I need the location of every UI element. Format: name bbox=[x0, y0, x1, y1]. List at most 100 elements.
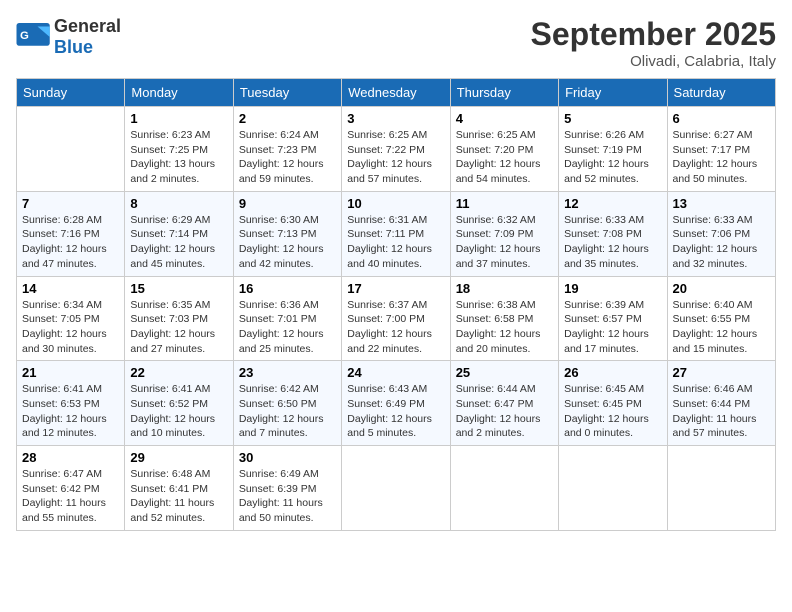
calendar-cell: 27 Sunrise: 6:46 AM Sunset: 6:44 PM Dayli… bbox=[667, 361, 775, 446]
day-number: 7 bbox=[22, 196, 119, 211]
day-info: Sunrise: 6:33 AM Sunset: 7:06 PM Dayligh… bbox=[673, 213, 770, 272]
calendar-cell: 16 Sunrise: 6:36 AM Sunset: 7:01 PM Dayli… bbox=[233, 276, 341, 361]
logo-blue-text: Blue bbox=[54, 37, 93, 57]
logo-general-text: General bbox=[54, 16, 121, 36]
day-number: 8 bbox=[130, 196, 227, 211]
day-info: Sunrise: 6:48 AM Sunset: 6:41 PM Dayligh… bbox=[130, 467, 227, 526]
calendar-cell: 19 Sunrise: 6:39 AM Sunset: 6:57 PM Dayli… bbox=[559, 276, 667, 361]
day-number: 6 bbox=[673, 111, 770, 126]
day-number: 12 bbox=[564, 196, 661, 211]
column-header-wednesday: Wednesday bbox=[342, 79, 450, 107]
day-number: 2 bbox=[239, 111, 336, 126]
column-header-sunday: Sunday bbox=[17, 79, 125, 107]
page-header: G General Blue September 2025 Olivadi, C… bbox=[16, 16, 776, 70]
calendar-cell: 1 Sunrise: 6:23 AM Sunset: 7:25 PM Daylig… bbox=[125, 107, 233, 192]
calendar-cell: 6 Sunrise: 6:27 AM Sunset: 7:17 PM Daylig… bbox=[667, 107, 775, 192]
logo-icon: G bbox=[16, 23, 52, 51]
day-info: Sunrise: 6:35 AM Sunset: 7:03 PM Dayligh… bbox=[130, 298, 227, 357]
calendar-cell bbox=[450, 446, 558, 531]
day-info: Sunrise: 6:47 AM Sunset: 6:42 PM Dayligh… bbox=[22, 467, 119, 526]
day-number: 28 bbox=[22, 450, 119, 465]
day-info: Sunrise: 6:25 AM Sunset: 7:20 PM Dayligh… bbox=[456, 128, 553, 187]
day-number: 5 bbox=[564, 111, 661, 126]
calendar-week-5: 28 Sunrise: 6:47 AM Sunset: 6:42 PM Dayli… bbox=[17, 446, 776, 531]
calendar-week-2: 7 Sunrise: 6:28 AM Sunset: 7:16 PM Daylig… bbox=[17, 191, 776, 276]
day-info: Sunrise: 6:43 AM Sunset: 6:49 PM Dayligh… bbox=[347, 382, 444, 441]
calendar-cell: 2Sunrise: 6:24 AM Sunset: 7:23 PM Daylig… bbox=[233, 107, 341, 192]
calendar-cell: 29 Sunrise: 6:48 AM Sunset: 6:41 PM Dayli… bbox=[125, 446, 233, 531]
day-info: Sunrise: 6:41 AM Sunset: 6:52 PM Dayligh… bbox=[130, 382, 227, 441]
day-number: 11 bbox=[456, 196, 553, 211]
day-number: 27 bbox=[673, 365, 770, 380]
calendar-cell bbox=[559, 446, 667, 531]
calendar-cell: 10Sunrise: 6:31 AM Sunset: 7:11 PM Dayli… bbox=[342, 191, 450, 276]
column-header-monday: Monday bbox=[125, 79, 233, 107]
day-info: Sunrise: 6:46 AM Sunset: 6:44 PM Dayligh… bbox=[673, 382, 770, 441]
calendar-cell: 23 Sunrise: 6:42 AM Sunset: 6:50 PM Dayli… bbox=[233, 361, 341, 446]
day-info: Sunrise: 6:25 AM Sunset: 7:22 PM Dayligh… bbox=[347, 128, 444, 187]
day-info: Sunrise: 6:26 AM Sunset: 7:19 PM Dayligh… bbox=[564, 128, 661, 187]
day-info: Sunrise: 6:37 AM Sunset: 7:00 PM Dayligh… bbox=[347, 298, 444, 357]
day-info: Sunrise: 6:32 AM Sunset: 7:09 PM Dayligh… bbox=[456, 213, 553, 272]
calendar-cell: 24 Sunrise: 6:43 AM Sunset: 6:49 PM Dayli… bbox=[342, 361, 450, 446]
day-number: 1 bbox=[130, 111, 227, 126]
day-info: Sunrise: 6:23 AM Sunset: 7:25 PM Dayligh… bbox=[130, 128, 227, 187]
day-number: 17 bbox=[347, 281, 444, 296]
day-number: 18 bbox=[456, 281, 553, 296]
day-number: 22 bbox=[130, 365, 227, 380]
day-number: 19 bbox=[564, 281, 661, 296]
day-info: Sunrise: 6:42 AM Sunset: 6:50 PM Dayligh… bbox=[239, 382, 336, 441]
day-number: 3 bbox=[347, 111, 444, 126]
calendar-table: SundayMondayTuesdayWednesdayThursdayFrid… bbox=[16, 78, 776, 531]
day-number: 20 bbox=[673, 281, 770, 296]
calendar-cell: 18 Sunrise: 6:38 AM Sunset: 6:58 PM Dayli… bbox=[450, 276, 558, 361]
day-number: 16 bbox=[239, 281, 336, 296]
column-header-friday: Friday bbox=[559, 79, 667, 107]
column-header-saturday: Saturday bbox=[667, 79, 775, 107]
calendar-cell: 11 Sunrise: 6:32 AM Sunset: 7:09 PM Dayli… bbox=[450, 191, 558, 276]
calendar-cell: 7 Sunrise: 6:28 AM Sunset: 7:16 PM Daylig… bbox=[17, 191, 125, 276]
calendar-cell bbox=[667, 446, 775, 531]
calendar-week-1: 1 Sunrise: 6:23 AM Sunset: 7:25 PM Daylig… bbox=[17, 107, 776, 192]
calendar-cell: 25Sunrise: 6:44 AM Sunset: 6:47 PM Dayli… bbox=[450, 361, 558, 446]
calendar-cell: 13 Sunrise: 6:33 AM Sunset: 7:06 PM Dayli… bbox=[667, 191, 775, 276]
day-info: Sunrise: 6:29 AM Sunset: 7:14 PM Dayligh… bbox=[130, 213, 227, 272]
day-number: 13 bbox=[673, 196, 770, 211]
column-header-thursday: Thursday bbox=[450, 79, 558, 107]
calendar-cell: 28 Sunrise: 6:47 AM Sunset: 6:42 PM Dayli… bbox=[17, 446, 125, 531]
day-info: Sunrise: 6:27 AM Sunset: 7:17 PM Dayligh… bbox=[673, 128, 770, 187]
day-number: 4 bbox=[456, 111, 553, 126]
calendar-cell: 14 Sunrise: 6:34 AM Sunset: 7:05 PM Dayli… bbox=[17, 276, 125, 361]
day-info: Sunrise: 6:28 AM Sunset: 7:16 PM Dayligh… bbox=[22, 213, 119, 272]
column-header-tuesday: Tuesday bbox=[233, 79, 341, 107]
day-info: Sunrise: 6:44 AM Sunset: 6:47 PM Dayligh… bbox=[456, 382, 553, 441]
day-number: 14 bbox=[22, 281, 119, 296]
month-title: September 2025 bbox=[531, 16, 776, 53]
calendar-cell: 9Sunrise: 6:30 AM Sunset: 7:13 PM Daylig… bbox=[233, 191, 341, 276]
calendar-cell: 3 Sunrise: 6:25 AM Sunset: 7:22 PM Daylig… bbox=[342, 107, 450, 192]
day-number: 29 bbox=[130, 450, 227, 465]
day-info: Sunrise: 6:36 AM Sunset: 7:01 PM Dayligh… bbox=[239, 298, 336, 357]
day-info: Sunrise: 6:33 AM Sunset: 7:08 PM Dayligh… bbox=[564, 213, 661, 272]
day-number: 23 bbox=[239, 365, 336, 380]
calendar-cell: 26Sunrise: 6:45 AM Sunset: 6:45 PM Dayli… bbox=[559, 361, 667, 446]
day-info: Sunrise: 6:31 AM Sunset: 7:11 PM Dayligh… bbox=[347, 213, 444, 272]
calendar-cell: 21Sunrise: 6:41 AM Sunset: 6:53 PM Dayli… bbox=[17, 361, 125, 446]
day-info: Sunrise: 6:39 AM Sunset: 6:57 PM Dayligh… bbox=[564, 298, 661, 357]
calendar-header-row: SundayMondayTuesdayWednesdayThursdayFrid… bbox=[17, 79, 776, 107]
calendar-cell: 30Sunrise: 6:49 AM Sunset: 6:39 PM Dayli… bbox=[233, 446, 341, 531]
day-number: 30 bbox=[239, 450, 336, 465]
calendar-cell: 20 Sunrise: 6:40 AM Sunset: 6:55 PM Dayli… bbox=[667, 276, 775, 361]
day-number: 24 bbox=[347, 365, 444, 380]
day-info: Sunrise: 6:45 AM Sunset: 6:45 PM Dayligh… bbox=[564, 382, 661, 441]
logo: G General Blue bbox=[16, 16, 121, 58]
day-info: Sunrise: 6:38 AM Sunset: 6:58 PM Dayligh… bbox=[456, 298, 553, 357]
calendar-body: 1 Sunrise: 6:23 AM Sunset: 7:25 PM Daylig… bbox=[17, 107, 776, 531]
calendar-cell: 12 Sunrise: 6:33 AM Sunset: 7:08 PM Dayli… bbox=[559, 191, 667, 276]
day-number: 9 bbox=[239, 196, 336, 211]
calendar-cell: 17 Sunrise: 6:37 AM Sunset: 7:00 PM Dayli… bbox=[342, 276, 450, 361]
calendar-cell: 4 Sunrise: 6:25 AM Sunset: 7:20 PM Daylig… bbox=[450, 107, 558, 192]
day-info: Sunrise: 6:34 AM Sunset: 7:05 PM Dayligh… bbox=[22, 298, 119, 357]
calendar-cell bbox=[342, 446, 450, 531]
day-info: Sunrise: 6:40 AM Sunset: 6:55 PM Dayligh… bbox=[673, 298, 770, 357]
